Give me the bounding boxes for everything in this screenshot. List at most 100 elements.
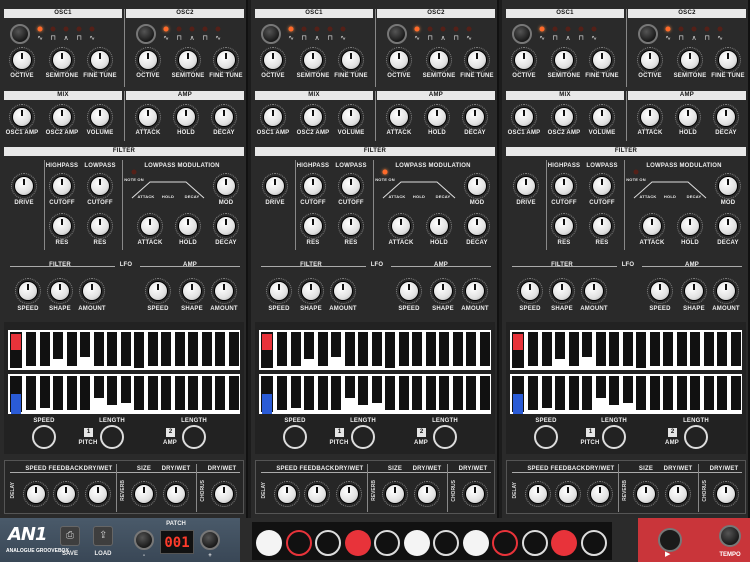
seq-pitch-step[interactable] xyxy=(290,332,301,366)
seq-pitch-step[interactable] xyxy=(425,332,436,366)
pad-button[interactable] xyxy=(521,530,548,556)
seq-amp-step[interactable] xyxy=(690,376,700,410)
semitone-knob[interactable] xyxy=(430,51,448,69)
seq-pitch-step[interactable] xyxy=(717,332,727,366)
seq-pitch-step[interactable] xyxy=(147,332,158,366)
filter-mod-knob[interactable] xyxy=(719,177,737,195)
drive-knob[interactable] xyxy=(15,177,33,195)
lfo-filter-speed-knob[interactable] xyxy=(270,282,288,300)
seq-pitch-step[interactable] xyxy=(609,332,619,366)
lp-cutoff-knob[interactable] xyxy=(593,177,611,195)
osc1-wave-selector[interactable] xyxy=(10,24,30,44)
seq-pitch-step[interactable] xyxy=(703,332,714,366)
semitone-knob[interactable] xyxy=(53,51,71,69)
seq-speed-knob[interactable] xyxy=(283,425,307,449)
filter-decay-knob[interactable] xyxy=(217,217,235,235)
filter-attack-knob[interactable] xyxy=(141,217,159,235)
delay-feedback-knob[interactable] xyxy=(57,485,75,503)
seq-amp-step[interactable] xyxy=(80,376,90,410)
pad-button[interactable] xyxy=(403,530,430,556)
osc2-amp-knob[interactable] xyxy=(53,108,71,126)
lp-cutoff-knob[interactable] xyxy=(342,177,360,195)
seq-speed-knob[interactable] xyxy=(32,425,56,449)
lfo-filter-amount-knob[interactable] xyxy=(334,282,352,300)
delay-drywet-knob[interactable] xyxy=(591,485,609,503)
seq-pitch-length-knob[interactable] xyxy=(100,425,124,449)
filter-hold-knob[interactable] xyxy=(681,217,699,235)
octave-knob[interactable] xyxy=(13,51,31,69)
seq-amp-step[interactable] xyxy=(228,376,239,410)
osc2-wave-selector[interactable] xyxy=(136,24,156,44)
seq-pitch-step[interactable] xyxy=(358,332,368,366)
seq-pitch-step[interactable] xyxy=(568,332,579,366)
seq-pitch-step[interactable] xyxy=(201,332,212,366)
seq-pitch-step[interactable] xyxy=(161,332,171,366)
patch-down-button[interactable] xyxy=(134,530,154,550)
octave-knob[interactable] xyxy=(515,51,533,69)
lfo-amp-amount-knob[interactable] xyxy=(215,282,233,300)
seq-amp-step[interactable] xyxy=(174,376,185,410)
octave-knob[interactable] xyxy=(641,51,659,69)
osc1-amp-knob[interactable] xyxy=(515,108,533,126)
seq-pitch-step[interactable] xyxy=(215,332,225,366)
seq-amp-step[interactable] xyxy=(385,376,395,410)
seq-pitch-step[interactable] xyxy=(120,332,131,366)
amp-hold-knob[interactable] xyxy=(177,108,195,126)
seq-amp-step[interactable] xyxy=(120,376,131,403)
lfo-filter-shape-knob[interactable] xyxy=(553,282,571,300)
seq-pitch-step[interactable] xyxy=(479,332,490,366)
delay-speed-knob[interactable] xyxy=(529,485,547,503)
seq-amp-step[interactable] xyxy=(107,376,117,405)
seq-amp-step[interactable] xyxy=(66,376,77,410)
seq-amp-step[interactable] xyxy=(26,376,36,410)
delay-speed-knob[interactable] xyxy=(278,485,296,503)
seq-pitch-step[interactable] xyxy=(649,332,660,366)
osc2-wave-selector[interactable] xyxy=(387,24,407,44)
seq-amp-step[interactable] xyxy=(412,376,422,410)
seq-pitch-step[interactable] xyxy=(331,332,341,357)
seq-amp-step[interactable] xyxy=(304,376,314,410)
filter-mod-knob[interactable] xyxy=(468,177,486,195)
chorus-drywet-knob[interactable] xyxy=(466,485,484,503)
seq-pitch-step[interactable] xyxy=(541,332,552,366)
osc2-amp-knob[interactable] xyxy=(555,108,573,126)
lfo-amp-amount-knob[interactable] xyxy=(466,282,484,300)
seq-amp-step[interactable] xyxy=(479,376,490,410)
seq-pitch-step[interactable] xyxy=(93,332,104,366)
osc1-amp-knob[interactable] xyxy=(264,108,282,126)
tempo-knob[interactable] xyxy=(719,525,741,547)
amp-decay-knob[interactable] xyxy=(717,108,735,126)
lfo-filter-speed-knob[interactable] xyxy=(19,282,37,300)
lfo-filter-amount-knob[interactable] xyxy=(585,282,603,300)
semitone-knob[interactable] xyxy=(681,51,699,69)
save-button[interactable]: ⎙ xyxy=(60,526,80,546)
chorus-drywet-knob[interactable] xyxy=(215,485,233,503)
seq-pitch-step[interactable] xyxy=(39,332,50,366)
pad-button[interactable] xyxy=(462,530,489,556)
semitone-knob[interactable] xyxy=(304,51,322,69)
seq-pitch-step[interactable] xyxy=(398,332,409,366)
lfo-filter-speed-knob[interactable] xyxy=(521,282,539,300)
seq-amp-step[interactable] xyxy=(676,376,687,410)
patch-up-button[interactable] xyxy=(200,530,220,550)
pad-button[interactable] xyxy=(492,530,518,556)
octave-knob[interactable] xyxy=(139,51,157,69)
fine-tune-knob[interactable] xyxy=(217,51,235,69)
lfo-filter-amount-knob[interactable] xyxy=(83,282,101,300)
fine-tune-knob[interactable] xyxy=(468,51,486,69)
lp-cutoff-knob[interactable] xyxy=(91,177,109,195)
seq-pitch-step[interactable] xyxy=(439,332,449,366)
seq-pitch-step[interactable] xyxy=(66,332,77,366)
seq-amp-length-knob[interactable] xyxy=(684,425,708,449)
fine-tune-knob[interactable] xyxy=(342,51,360,69)
filter-hold-knob[interactable] xyxy=(430,217,448,235)
filter-decay-knob[interactable] xyxy=(719,217,737,235)
delay-feedback-knob[interactable] xyxy=(308,485,326,503)
seq-amp-step[interactable] xyxy=(730,376,741,410)
amp-attack-knob[interactable] xyxy=(641,108,659,126)
amp-hold-knob[interactable] xyxy=(679,108,697,126)
pad-button[interactable] xyxy=(580,530,607,556)
seq-amp-step[interactable] xyxy=(528,376,538,410)
lp-res-knob[interactable] xyxy=(593,217,611,235)
seq-amp-step[interactable] xyxy=(277,376,287,410)
